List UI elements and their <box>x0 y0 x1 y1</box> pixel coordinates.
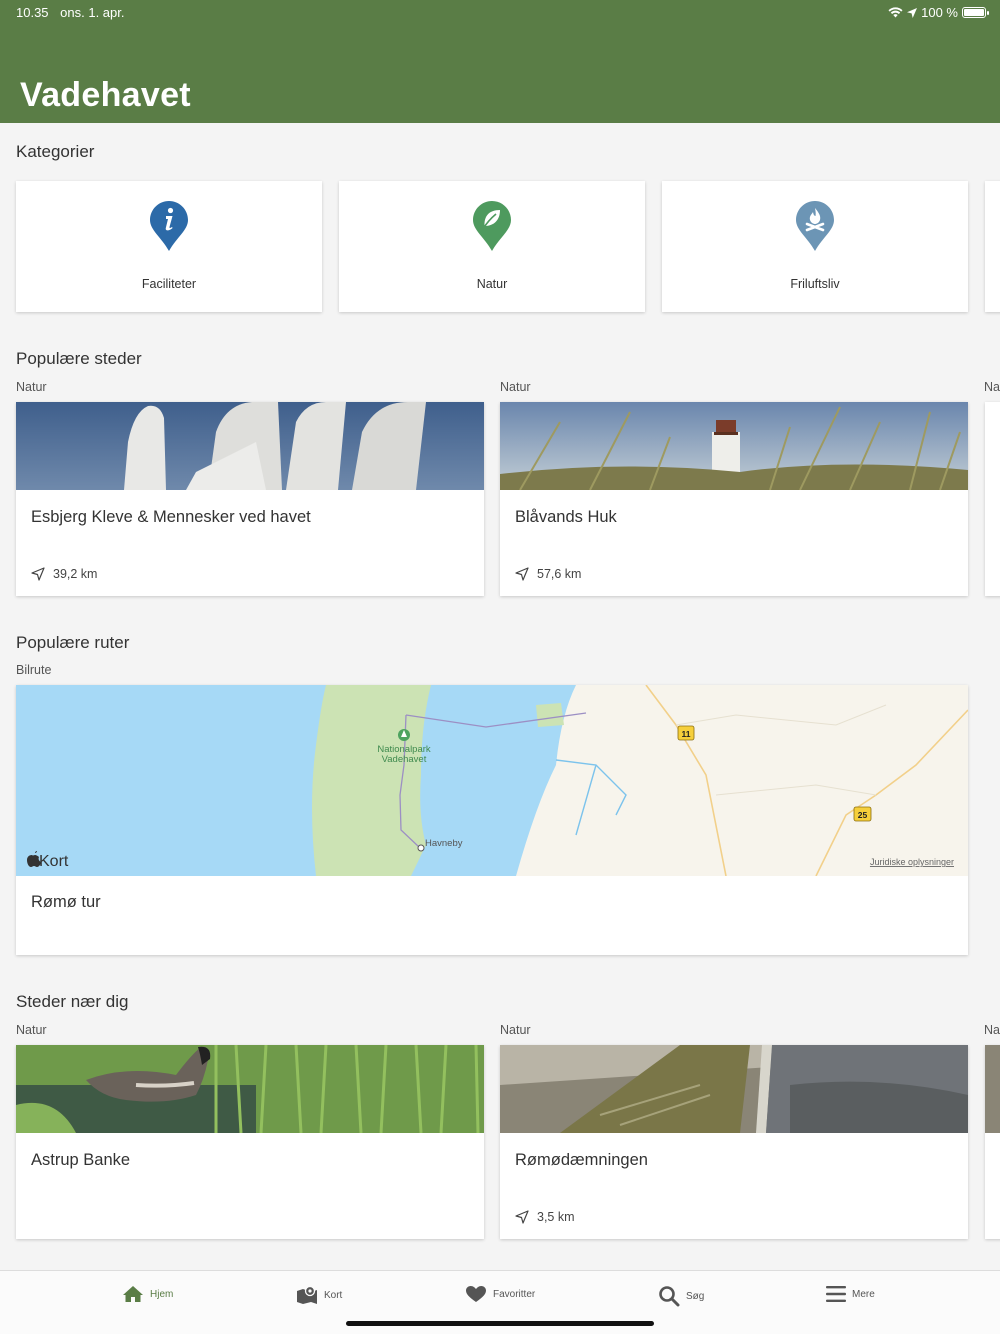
place-category-label: Natur <box>16 1023 47 1037</box>
status-date: ons. 1. apr. <box>60 5 125 20</box>
nearby-heading: Steder nær dig <box>16 992 129 1011</box>
place-card-partial[interactable] <box>985 1045 1000 1239</box>
place-name: Rømødæmningen <box>515 1151 648 1169</box>
categories-heading: Kategorier <box>16 142 95 161</box>
road-number-25: 25 <box>858 810 868 820</box>
category-card-friluftsliv[interactable]: Friluftsliv <box>662 181 968 312</box>
place-name: Astrup Banke <box>31 1151 131 1169</box>
road-number-11: 11 <box>682 729 691 739</box>
status-bar-left: 10.35 ons. 1. apr. <box>16 5 133 20</box>
map-legal-link[interactable]: Juridiske oplysninger <box>870 857 954 867</box>
map-town-label: Havneby <box>425 838 463 849</box>
route-map[interactable]: Nationalpark Vadehavet Havneby 11 25 Kor… <box>16 685 968 876</box>
category-card-faciliteter[interactable]: Faciliteter <box>16 181 322 312</box>
distance-value: 3,5 km <box>537 1210 575 1224</box>
place-card-astrup-banke[interactable]: Astrup Banke <box>16 1045 484 1239</box>
tab-hjem[interactable]: Hjem <box>122 1285 173 1303</box>
distance-value: 39,2 km <box>53 567 98 581</box>
place-card-esbjerg[interactable]: Esbjerg Kleve & Mennesker ved havet 39,2… <box>16 402 484 596</box>
status-time: 10.35 <box>16 5 49 20</box>
menu-icon <box>826 1286 846 1302</box>
route-name: Rømø tur <box>31 893 101 911</box>
place-category-label: Natur <box>500 380 531 394</box>
distance-value: 57,6 km <box>537 567 582 581</box>
map-poi-label-line2: Vadehavet <box>382 754 427 765</box>
navigation-arrow-icon <box>31 567 45 581</box>
place-name: Blåvands Huk <box>515 508 617 526</box>
info-pin-icon <box>150 201 188 251</box>
popular-places-heading: Populære steder <box>16 349 142 368</box>
place-distance: 39,2 km <box>31 567 97 581</box>
place-photo <box>500 1045 968 1133</box>
app-header: 10.35 ons. 1. apr. 100 % Vadehavet <box>0 0 1000 123</box>
place-category-label: Na <box>984 380 1000 394</box>
category-label: Faciliteter <box>141 277 197 291</box>
map-brand-label: Kort <box>39 853 69 870</box>
place-distance: 3,5 km <box>515 1210 575 1224</box>
navigation-arrow-icon <box>515 1210 529 1224</box>
place-card-partial[interactable] <box>985 402 1000 596</box>
popular-routes-heading: Populære ruter <box>16 633 130 652</box>
status-bar-right: 100 % <box>888 5 989 20</box>
place-category-label: Na <box>984 1023 1000 1037</box>
place-card-romodaemningen[interactable]: Rømødæmningen 3,5 km <box>500 1045 968 1239</box>
tab-sog[interactable]: Søg <box>658 1285 704 1307</box>
category-card-natur[interactable]: Natur <box>339 181 645 312</box>
heart-icon <box>466 1286 486 1302</box>
page-title: Vadehavet <box>20 76 191 114</box>
tab-favoritter[interactable]: Favoritter <box>465 1285 535 1303</box>
place-photo <box>16 1045 484 1133</box>
battery-icon <box>962 7 989 18</box>
place-category-label: Natur <box>500 1023 531 1037</box>
tab-label: Mere <box>852 1288 875 1300</box>
tab-label: Søg <box>686 1290 705 1302</box>
navigation-arrow-icon <box>515 567 529 581</box>
place-photo <box>16 402 484 490</box>
wifi-icon <box>888 7 903 18</box>
search-icon <box>659 1286 680 1307</box>
home-icon <box>123 1286 143 1302</box>
tab-label: Kort <box>324 1289 343 1301</box>
place-name: Esbjerg Kleve & Mennesker ved havet <box>31 508 311 526</box>
leaf-pin-icon <box>473 201 511 251</box>
home-indicator <box>346 1321 654 1326</box>
tab-mere[interactable]: Mere <box>826 1285 875 1303</box>
place-distance: 57,6 km <box>515 567 581 581</box>
category-card-partial[interactable] <box>985 181 1000 312</box>
tab-kort[interactable]: Kort <box>296 1285 342 1305</box>
map-icon <box>297 1285 317 1304</box>
tab-label: Hjem <box>150 1288 174 1300</box>
place-card-blavands-huk[interactable]: Blåvands Huk 57,6 km <box>500 402 968 596</box>
route-category-label: Bilrute <box>16 663 52 677</box>
battery-percent: 100 % <box>921 5 958 20</box>
place-photo <box>500 402 968 490</box>
category-label: Friluftsliv <box>790 277 840 291</box>
tab-label: Favoritter <box>493 1288 536 1300</box>
route-card-romo-tur[interactable]: Nationalpark Vadehavet Havneby 11 25 Kor… <box>16 685 968 955</box>
place-category-label: Natur <box>16 380 47 394</box>
location-arrow-icon <box>907 7 918 18</box>
category-label: Natur <box>476 277 508 291</box>
campfire-pin-icon <box>796 201 834 251</box>
